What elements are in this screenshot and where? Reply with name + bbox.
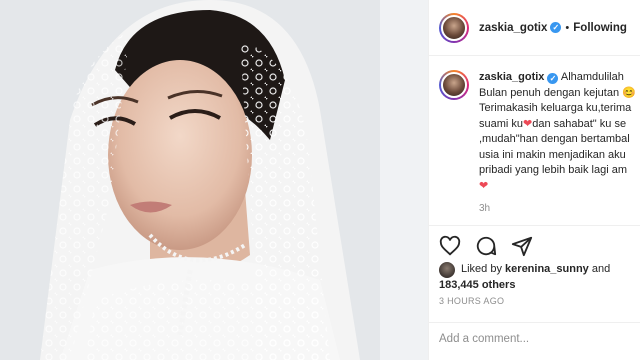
author-avatar[interactable]	[439, 12, 469, 43]
verified-badge-icon: ✓	[547, 73, 559, 84]
liker-avatar[interactable]	[439, 262, 455, 278]
verified-badge-icon: ✓	[550, 22, 562, 33]
caption-time: 3h	[479, 203, 491, 214]
caption-username[interactable]: zaskia_gotix	[479, 71, 544, 83]
post-sidebar: zaskia_gotix ✓ • Following zaskia_gotix ✓…	[428, 0, 640, 360]
post-photo[interactable]	[0, 0, 428, 360]
likes-count[interactable]: 183,445 others	[439, 279, 515, 291]
post-header: zaskia_gotix ✓ • Following	[429, 0, 640, 56]
following-button[interactable]: Following	[573, 22, 627, 34]
separator-dot: •	[565, 21, 570, 34]
liker-username[interactable]: kerenina_sunny	[505, 262, 589, 278]
bride-portrait-image	[0, 0, 428, 360]
share-icon[interactable]	[511, 235, 533, 257]
caption-text: zaskia_gotix ✓ Alhamdulilah Bulan penuh d…	[479, 71, 636, 192]
red-heart-emoji-icon: ❤	[523, 117, 533, 130]
comment-input[interactable]: Add a comment...	[429, 322, 640, 360]
smile-emoji-icon: 😊	[622, 86, 636, 99]
likes-summary: Liked by kerenina_sunny and 183,445 othe…	[439, 262, 611, 291]
caption: zaskia_gotix ✓ Alhamdulilah Bulan penuh d…	[439, 70, 640, 194]
comment-icon[interactable]	[475, 235, 497, 257]
post-timestamp[interactable]: 3 HOURS AGO	[439, 296, 504, 306]
red-heart-emoji-icon: ❤	[479, 179, 489, 192]
action-bar	[429, 225, 640, 265]
heart-icon[interactable]	[439, 235, 461, 257]
caption-avatar[interactable]	[439, 70, 469, 100]
author-username[interactable]: zaskia_gotix	[479, 22, 547, 34]
